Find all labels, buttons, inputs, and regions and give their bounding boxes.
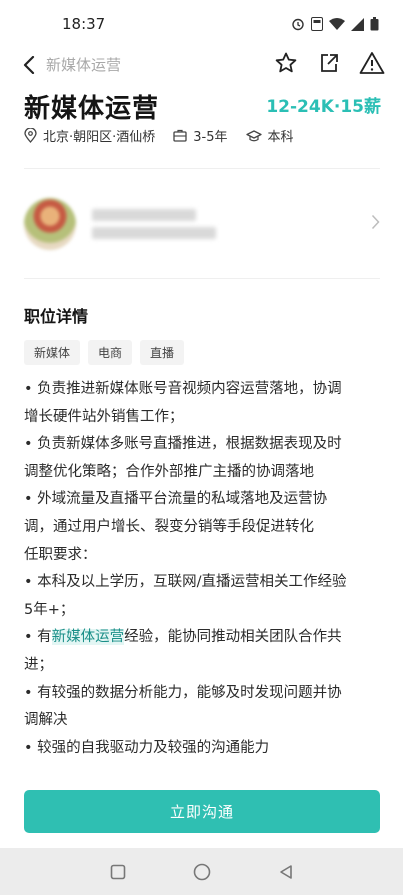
description-line: 调整优化策略；合作外部推广主播的协调落地 [24, 463, 314, 480]
education-item: 本科 [245, 126, 294, 145]
recent-apps-icon[interactable] [108, 862, 128, 882]
description-text: • 有 [24, 629, 52, 646]
system-nav-bar [0, 848, 403, 895]
status-icons [291, 17, 379, 31]
status-time: 18:37 [62, 15, 106, 33]
recruiter-info [92, 203, 216, 245]
description-line: • 有较强的数据分析能力，能够及时发现问题并协 [24, 684, 342, 701]
recruiter-card[interactable] [24, 194, 384, 254]
description-line: 调，通过用户增长、裂变分销等手段促进转化 [24, 518, 314, 535]
share-icon[interactable] [316, 50, 342, 76]
description-line: 进； [24, 656, 53, 673]
alarm-icon [291, 17, 305, 31]
nav-title: 新媒体运营 [46, 56, 122, 74]
graduation-cap-icon [245, 129, 262, 142]
description-line: 调解决 [24, 712, 68, 729]
wifi-icon [329, 18, 345, 30]
description-text: 经验，能协同推动相关团队合作共 [124, 629, 342, 646]
nav-bar: 新媒体运营 [0, 48, 403, 82]
recruiter-title-blurred [92, 227, 216, 239]
job-meta: 北京·朝阳区·酒仙桥 3-5年 本科 [24, 126, 312, 145]
star-icon[interactable] [273, 50, 299, 76]
divider [24, 278, 380, 279]
experience-text: 3-5年 [193, 130, 228, 145]
tag: 电商 [88, 340, 133, 365]
keyword-highlight: 新媒体运营 [51, 629, 125, 646]
report-icon[interactable] [359, 50, 385, 76]
location-text: 北京·朝阳区·酒仙桥 [43, 130, 156, 145]
chat-now-button[interactable]: 立即沟通 [24, 790, 380, 833]
location-pin-icon [24, 128, 37, 143]
recruiter-name-blurred [92, 209, 196, 221]
salary: 12-24K·15薪 [266, 97, 381, 117]
description-line: • 外域流量及直播平台流量的私域落地及运营协 [24, 491, 328, 508]
job-title: 新媒体运营 [24, 94, 160, 124]
back-triangle-icon[interactable] [276, 862, 296, 882]
description-line: • 较强的自我驱动力及较强的沟通能力 [24, 739, 270, 756]
tag: 新媒体 [24, 340, 81, 365]
location-item: 北京·朝阳区·酒仙桥 [24, 126, 155, 145]
avatar [24, 198, 76, 250]
description-line: 5年+； [24, 601, 75, 618]
description-line: 任职要求： [24, 546, 97, 563]
hd-icon [311, 17, 323, 31]
divider [24, 168, 380, 169]
description-line: • 负责推进新媒体账号音视频内容运营落地，协调 [24, 381, 342, 397]
section-title: 职位详情 [24, 307, 89, 326]
home-icon[interactable] [192, 862, 212, 882]
chevron-right-icon [371, 214, 380, 234]
signal-icon [351, 17, 364, 31]
description-line-highlighted: • 有新媒体运营经验，能协同推动相关团队合作共 [24, 624, 384, 652]
description-line: 增长硬件站外销售工作； [24, 408, 184, 425]
status-bar: 18:37 [0, 0, 403, 48]
education-text: 本科 [267, 130, 294, 145]
experience-item: 3-5年 [173, 126, 228, 145]
tag: 直播 [140, 340, 185, 365]
back-arrow-icon[interactable] [18, 52, 40, 78]
description-line: • 负责新媒体多账号直播推进，根据数据表现及时 [24, 436, 342, 453]
description-line: • 本科及以上学历，互联网/直播运营相关工作经验 [24, 574, 347, 591]
job-description: • 负责推进新媒体账号音视频内容运营落地，协调 增长硬件站外销售工作； • 负责… [24, 376, 384, 762]
tag-list: 新媒体 电商 直播 [24, 340, 185, 365]
nav-actions [273, 50, 385, 76]
briefcase-icon [173, 129, 187, 142]
battery-icon [370, 17, 379, 31]
